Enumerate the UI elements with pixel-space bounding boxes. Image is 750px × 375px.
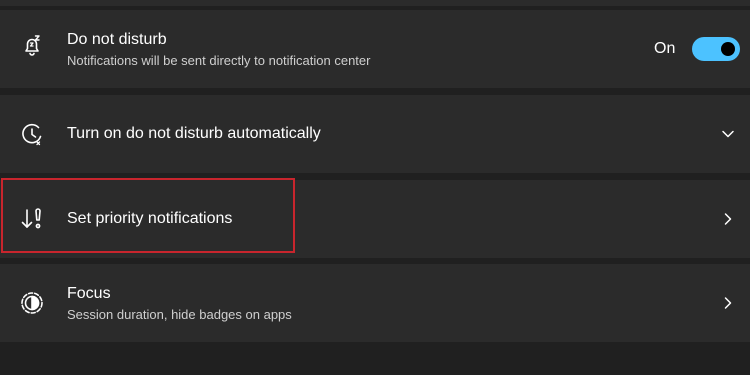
- chevron-right-icon[interactable]: [720, 295, 736, 311]
- notification-settings-page: Do not disturb Notifications will be sen…: [0, 0, 750, 375]
- priority-notifications-text: Set priority notifications: [67, 209, 232, 229]
- chevron-right-icon[interactable]: [720, 211, 736, 227]
- focus-subtitle: Session duration, hide badges on apps: [67, 307, 292, 322]
- toggle-knob: [721, 42, 735, 56]
- do-not-disturb-toggle[interactable]: [692, 37, 740, 61]
- chevron-down-icon[interactable]: [720, 126, 736, 142]
- focus-row[interactable]: Focus Session duration, hide badges on a…: [0, 264, 750, 342]
- do-not-disturb-text: Do not disturb Notifications will be sen…: [67, 30, 370, 69]
- dnd-automatically-text: Turn on do not disturb automatically: [67, 124, 321, 144]
- focus-icon: [18, 289, 46, 317]
- toggle-state-label: On: [654, 40, 676, 57]
- priority-arrow-icon: [18, 205, 46, 233]
- clock-icon: [18, 120, 46, 148]
- do-not-disturb-subtitle: Notifications will be sent directly to n…: [67, 53, 371, 68]
- do-not-disturb-title: Do not disturb: [67, 31, 167, 48]
- previous-card-edge: [0, 0, 750, 6]
- dnd-automatically-title: Turn on do not disturb automatically: [67, 125, 321, 142]
- dnd-automatically-row[interactable]: Turn on do not disturb automatically: [0, 95, 750, 173]
- priority-notifications-row[interactable]: Set priority notifications: [0, 180, 750, 258]
- priority-notifications-title: Set priority notifications: [67, 210, 233, 227]
- bell-snooze-icon: [18, 32, 46, 60]
- focus-text: Focus Session duration, hide badges on a…: [67, 284, 292, 323]
- do-not-disturb-row[interactable]: Do not disturb Notifications will be sen…: [0, 10, 750, 88]
- focus-title: Focus: [67, 285, 111, 302]
